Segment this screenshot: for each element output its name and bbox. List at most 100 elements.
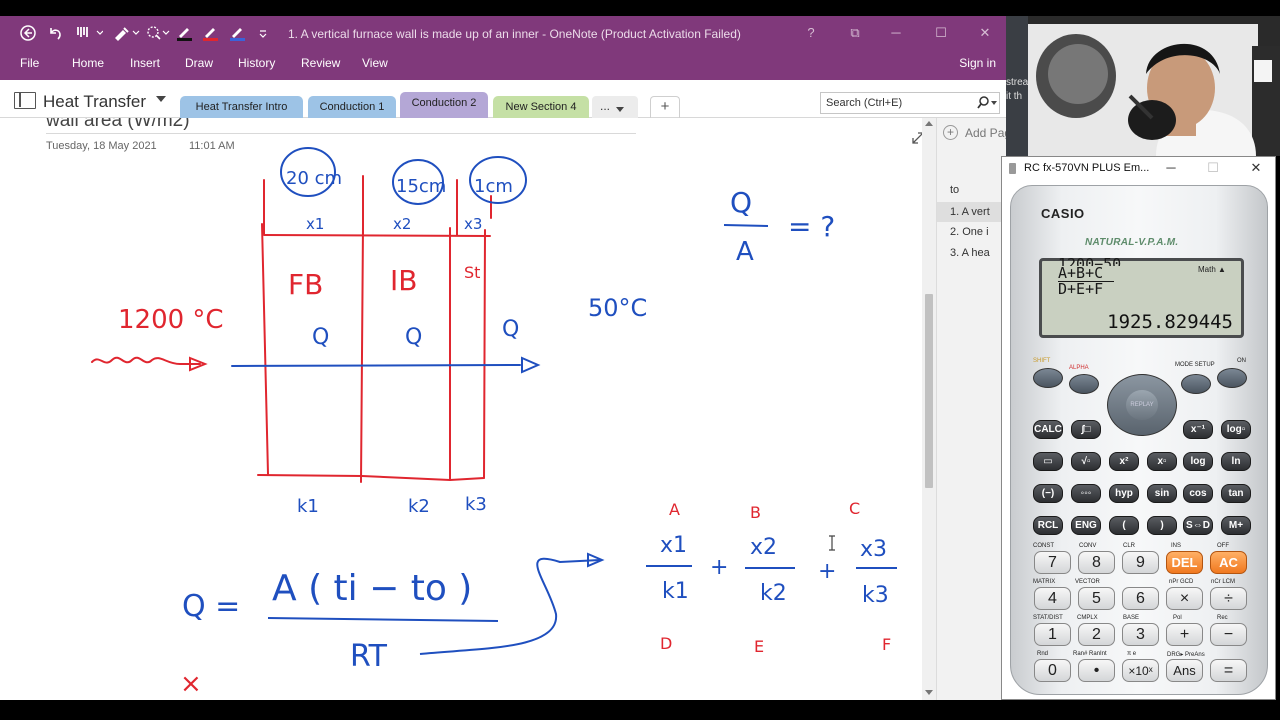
- scroll-up-icon[interactable]: [925, 121, 933, 126]
- search-icon[interactable]: [977, 96, 989, 110]
- key-4[interactable]: 4: [1034, 587, 1071, 610]
- integral-key[interactable]: ∫□: [1071, 420, 1101, 439]
- display-expression-bottom: D+E+F: [1058, 280, 1104, 298]
- maximize-button[interactable]: ☐: [931, 24, 951, 42]
- add-section-button[interactable]: +: [650, 96, 680, 118]
- m-plus-key[interactable]: M+: [1221, 516, 1251, 535]
- page-canvas[interactable]: wall area (W/m2) Tuesday, 18 May 2021 11…: [0, 118, 922, 700]
- help-button[interactable]: ?: [801, 24, 821, 42]
- close-paren-key[interactable]: ): [1147, 516, 1177, 535]
- cos-key[interactable]: cos: [1183, 484, 1213, 503]
- key-2[interactable]: 2: [1078, 623, 1115, 646]
- pen-red-icon[interactable]: [202, 25, 218, 41]
- s-to-d-key[interactable]: S⇔D: [1183, 516, 1213, 535]
- replay-dpad[interactable]: REPLAY: [1107, 374, 1177, 436]
- mode-key[interactable]: [1181, 374, 1211, 394]
- shift-label-pol: Pol: [1173, 615, 1182, 621]
- add-page-button[interactable]: + Add Page: [943, 125, 1006, 140]
- more-sections-button[interactable]: ...: [592, 96, 638, 118]
- page-item-1[interactable]: 1. A vert: [937, 202, 1006, 222]
- notebook-icon[interactable]: [14, 92, 36, 109]
- scroll-down-icon[interactable]: [925, 690, 933, 695]
- pen-black-icon[interactable]: [176, 25, 192, 41]
- search-input[interactable]: Search (Ctrl+E): [820, 92, 1000, 114]
- key-8[interactable]: 8: [1078, 551, 1115, 574]
- tan-key[interactable]: tan: [1221, 484, 1251, 503]
- shift-label-cmplx: CMPLX: [1077, 615, 1098, 621]
- open-paren-key[interactable]: (: [1109, 516, 1139, 535]
- tab-home[interactable]: Home: [72, 56, 104, 70]
- key-6[interactable]: 6: [1122, 587, 1159, 610]
- rcl-key[interactable]: RCL: [1033, 516, 1063, 535]
- tab-file[interactable]: File: [20, 56, 39, 70]
- hyp-key[interactable]: hyp: [1109, 484, 1139, 503]
- back-icon[interactable]: [20, 25, 36, 41]
- tab-review[interactable]: Review: [301, 56, 340, 70]
- square-key[interactable]: x²: [1109, 452, 1139, 471]
- section-tab-conduction-2[interactable]: Conduction 2: [400, 92, 488, 118]
- degree-key[interactable]: ◦◦◦: [1071, 484, 1101, 503]
- tab-draw[interactable]: Draw: [185, 56, 213, 70]
- exp-key[interactable]: ×10ˣ: [1122, 659, 1159, 682]
- calc-close-button[interactable]: ✕: [1245, 159, 1267, 177]
- decimal-key[interactable]: •: [1078, 659, 1115, 682]
- log-base-key[interactable]: log▫: [1221, 420, 1251, 439]
- key-7[interactable]: 7: [1034, 551, 1071, 574]
- undo-icon[interactable]: [47, 25, 63, 41]
- fraction-key[interactable]: ▭: [1033, 452, 1063, 471]
- add-icon: +: [943, 125, 958, 140]
- reciprocal-key[interactable]: x⁻¹: [1183, 420, 1213, 439]
- layer-x-label-3: x3: [464, 215, 482, 233]
- key-0[interactable]: 0: [1034, 659, 1071, 682]
- sqrt-key[interactable]: √▫: [1071, 452, 1101, 471]
- divide-key[interactable]: ÷: [1210, 587, 1247, 610]
- close-button[interactable]: ✕: [975, 24, 995, 42]
- key-9[interactable]: 9: [1122, 551, 1159, 574]
- calc-key[interactable]: CALC: [1033, 420, 1063, 439]
- page-item-3[interactable]: 3. A hea: [937, 243, 1006, 263]
- shift-key[interactable]: [1033, 368, 1063, 388]
- minus-key[interactable]: −: [1210, 623, 1247, 646]
- key-3[interactable]: 3: [1122, 623, 1159, 646]
- customize-quick-access-icon[interactable]: [258, 25, 268, 41]
- power-key[interactable]: x▫: [1147, 452, 1177, 471]
- notebook-name[interactable]: Heat Transfer: [43, 92, 146, 112]
- lasso-icon[interactable]: [146, 25, 170, 41]
- highlighter-icon[interactable]: [113, 25, 141, 41]
- negative-key[interactable]: (−): [1033, 484, 1063, 503]
- alpha-key[interactable]: [1069, 374, 1099, 394]
- page-item-2[interactable]: 2. One i: [937, 222, 1006, 242]
- calc-minimize-button[interactable]: ─: [1160, 159, 1182, 177]
- key-5[interactable]: 5: [1078, 587, 1115, 610]
- on-key[interactable]: [1217, 368, 1247, 388]
- minimize-button[interactable]: ─: [886, 24, 906, 42]
- chevron-down-icon[interactable]: [991, 101, 997, 105]
- scrollbar-thumb[interactable]: [925, 294, 933, 488]
- calc-maximize-button[interactable]: ☐: [1202, 159, 1224, 177]
- multiply-key[interactable]: ×: [1166, 587, 1203, 610]
- ln-key[interactable]: ln: [1221, 452, 1251, 471]
- tab-insert[interactable]: Insert: [130, 56, 160, 70]
- key-1[interactable]: 1: [1034, 623, 1071, 646]
- fullscreen-button[interactable]: ⧉: [845, 24, 865, 42]
- tab-history[interactable]: History: [238, 56, 275, 70]
- q-over-a-rhs: = ?: [788, 210, 835, 243]
- sign-in-link[interactable]: Sign in: [959, 56, 996, 70]
- section-tab-heat-transfer-intro[interactable]: Heat Transfer Intro: [180, 96, 303, 118]
- plus-key[interactable]: +: [1166, 623, 1203, 646]
- vertical-scrollbar[interactable]: [922, 118, 936, 700]
- delete-key[interactable]: DEL: [1166, 551, 1203, 574]
- pen-blue-icon[interactable]: [229, 25, 245, 41]
- sin-key[interactable]: sin: [1147, 484, 1177, 503]
- eng-key[interactable]: ENG: [1071, 516, 1101, 535]
- chevron-down-icon[interactable]: [156, 96, 166, 102]
- log-key[interactable]: log: [1183, 452, 1213, 471]
- section-tab-conduction-1[interactable]: Conduction 1: [308, 96, 396, 118]
- pen-group-icon[interactable]: [75, 25, 103, 41]
- all-clear-key[interactable]: AC: [1210, 551, 1247, 574]
- tab-view[interactable]: View: [362, 56, 388, 70]
- ans-key[interactable]: Ans: [1166, 659, 1203, 682]
- equals-key[interactable]: =: [1210, 659, 1247, 682]
- section-tab-new-section-4[interactable]: New Section 4: [493, 96, 589, 118]
- page-list-heading[interactable]: to: [937, 180, 1006, 200]
